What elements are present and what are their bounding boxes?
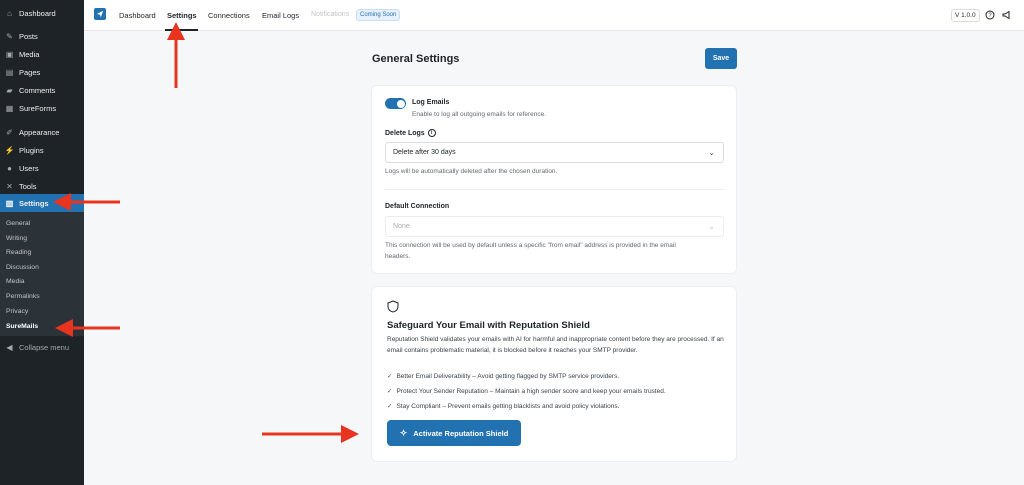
annotation-arrows [53,22,359,443]
